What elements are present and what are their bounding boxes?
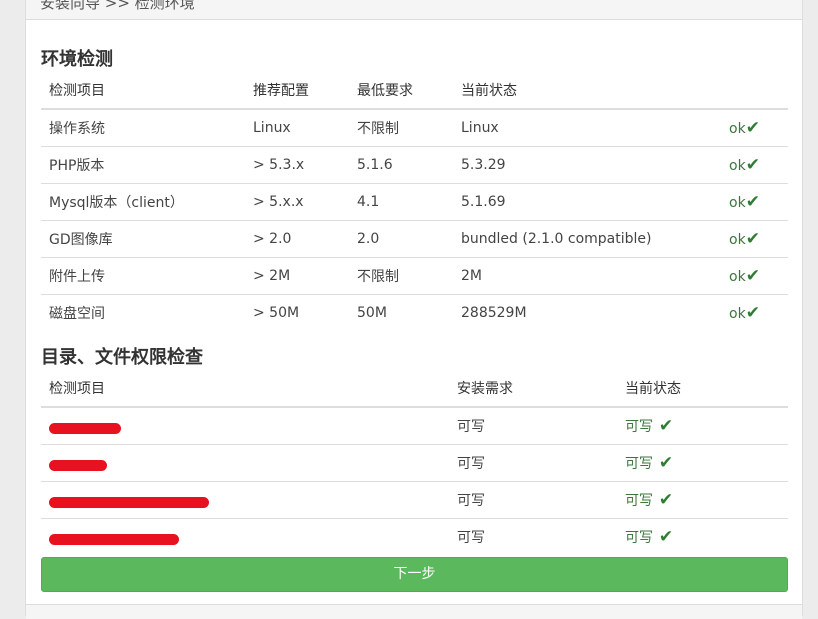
env-section-title: 环境检测 <box>41 49 113 70</box>
redacted-path <box>49 533 179 545</box>
status-ok-text: ok <box>729 158 746 174</box>
check-icon: ✔ <box>745 155 760 175</box>
col-item: 检测项目 <box>41 72 245 110</box>
perm-row: 可写 可写 ✔ <box>41 518 788 555</box>
check-icon: ✔ <box>745 192 760 212</box>
env-check-table: 检测项目 推荐配置 最低要求 当前状态 操作系统 Linux 不限制 Linux ok✔… <box>41 72 788 331</box>
env-current: Linux <box>453 108 721 147</box>
check-icon: ✔ <box>653 453 674 473</box>
env-row: 附件上传 > 2M 不限制 2M ok✔ <box>41 257 788 295</box>
check-icon: ✔ <box>745 229 760 249</box>
status-writable-text: 可写 <box>625 530 653 546</box>
check-icon: ✔ <box>745 266 760 286</box>
env-current: 288529M <box>453 294 721 331</box>
env-minimum: 2.0 <box>349 220 453 258</box>
env-recommended: > 5.x.x <box>245 183 349 221</box>
env-status: ok✔ <box>721 183 788 221</box>
env-row: 操作系统 Linux 不限制 Linux ok✔ <box>41 108 788 147</box>
redacted-path <box>49 422 121 434</box>
env-minimum: 5.1.6 <box>349 146 453 184</box>
env-item-name: 附件上传 <box>41 257 245 295</box>
env-table-header: 检测项目 推荐配置 最低要求 当前状态 <box>41 72 788 110</box>
status-ok-text: ok <box>729 121 746 137</box>
check-icon: ✔ <box>745 303 760 323</box>
env-row: GD图像库 > 2.0 2.0 bundled (2.1.0 compatible) o… <box>41 220 788 258</box>
status-writable-text: 可写 <box>625 419 653 435</box>
env-recommended: > 5.3.x <box>245 146 349 184</box>
env-status: ok✔ <box>721 220 788 258</box>
env-minimum: 50M <box>349 294 453 331</box>
col-status: 当前状态 <box>617 370 788 408</box>
env-recommended: Linux <box>245 108 349 147</box>
perm-status: 可写 ✔ <box>617 444 788 482</box>
env-row: Mysql版本（client） > 5.x.x 4.1 5.1.69 ok✔ <box>41 183 788 221</box>
perm-row: 可写 可写 ✔ <box>41 481 788 519</box>
status-writable-text: 可写 <box>625 456 653 472</box>
perm-requirement: 可写 <box>449 518 617 555</box>
env-row: PHP版本 > 5.3.x 5.1.6 5.3.29 ok✔ <box>41 146 788 184</box>
perm-item-path <box>41 481 449 519</box>
col-status-icon <box>721 72 788 110</box>
status-ok-text: ok <box>729 306 746 322</box>
install-panel: 安装向导 >> 检测环境 环境检测 检测项目 推荐配置 最低要求 当前状态 操作… <box>25 0 803 619</box>
env-item-name: 操作系统 <box>41 108 245 147</box>
perm-check-table: 检测项目 安装需求 当前状态 可写 可写 ✔ 可写 可写 ✔ 可写 可写 ✔ 可写 可写 ✔ <box>41 370 788 555</box>
perm-item-path <box>41 406 449 445</box>
env-status: ok✔ <box>721 146 788 184</box>
env-recommended: > 50M <box>245 294 349 331</box>
status-writable-text: 可写 <box>625 493 653 509</box>
env-item-name: Mysql版本（client） <box>41 183 245 221</box>
col-minimum: 最低要求 <box>349 72 453 110</box>
env-minimum: 不限制 <box>349 108 453 147</box>
env-item-name: GD图像库 <box>41 220 245 258</box>
env-status: ok✔ <box>721 294 788 331</box>
panel-title: 安装向导 >> 检测环境 <box>40 0 195 12</box>
perm-requirement: 可写 <box>449 444 617 482</box>
env-item-name: PHP版本 <box>41 146 245 184</box>
perm-status: 可写 ✔ <box>617 406 788 445</box>
next-step-button[interactable]: 下一步 <box>41 557 788 592</box>
env-minimum: 不限制 <box>349 257 453 295</box>
env-row: 磁盘空间 > 50M 50M 288529M ok✔ <box>41 294 788 331</box>
status-ok-text: ok <box>729 195 746 211</box>
env-current: 5.3.29 <box>453 146 721 184</box>
env-item-name: 磁盘空间 <box>41 294 245 331</box>
env-current: bundled (2.1.0 compatible) <box>453 220 721 258</box>
col-recommended: 推荐配置 <box>245 72 349 110</box>
perm-table-header: 检测项目 安装需求 当前状态 <box>41 370 788 408</box>
perm-item-path <box>41 518 449 555</box>
status-ok-text: ok <box>729 269 746 285</box>
redacted-path <box>49 496 209 508</box>
perm-section-title: 目录、文件权限检查 <box>41 347 203 368</box>
col-current: 当前状态 <box>453 72 721 110</box>
col-requirement: 安装需求 <box>449 370 617 408</box>
perm-row: 可写 可写 ✔ <box>41 444 788 482</box>
check-icon: ✔ <box>653 490 674 510</box>
col-item: 检测项目 <box>41 370 449 408</box>
env-recommended: > 2M <box>245 257 349 295</box>
perm-status: 可写 ✔ <box>617 518 788 555</box>
check-icon: ✔ <box>653 416 674 436</box>
env-current: 5.1.69 <box>453 183 721 221</box>
perm-requirement: 可写 <box>449 481 617 519</box>
perm-requirement: 可写 <box>449 406 617 445</box>
env-status: ok✔ <box>721 108 788 147</box>
env-status: ok✔ <box>721 257 788 295</box>
redacted-path <box>49 459 107 471</box>
perm-item-path <box>41 444 449 482</box>
check-icon: ✔ <box>653 527 674 547</box>
panel-header: 安装向导 >> 检测环境 <box>26 0 802 20</box>
env-recommended: > 2.0 <box>245 220 349 258</box>
status-ok-text: ok <box>729 232 746 248</box>
perm-status: 可写 ✔ <box>617 481 788 519</box>
env-current: 2M <box>453 257 721 295</box>
env-minimum: 4.1 <box>349 183 453 221</box>
check-icon: ✔ <box>745 118 760 138</box>
perm-row: 可写 可写 ✔ <box>41 406 788 445</box>
